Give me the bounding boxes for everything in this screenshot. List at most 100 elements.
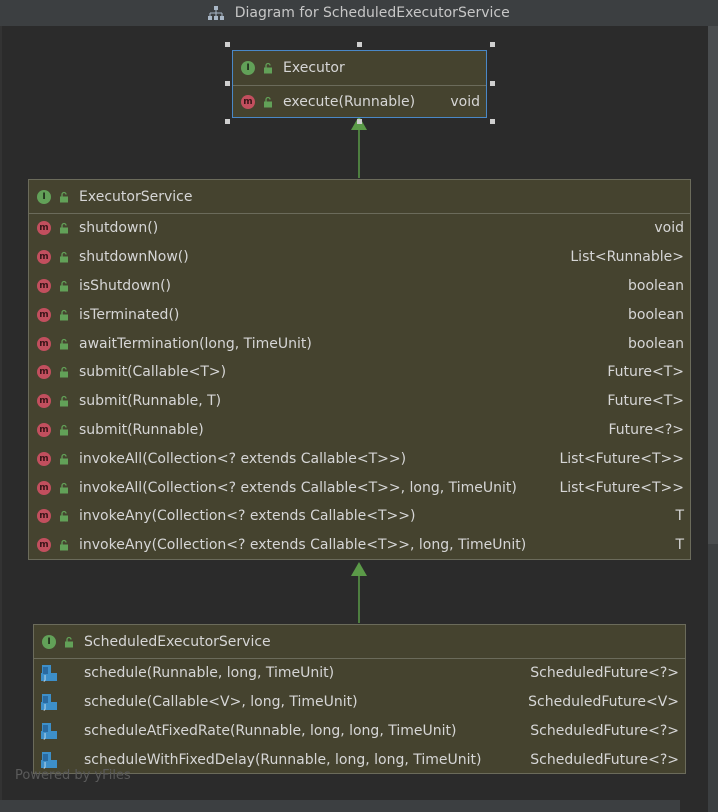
- selection-handle-ne[interactable]: [490, 42, 495, 47]
- method-return: void: [450, 93, 480, 110]
- vertical-scrollbar-thumb[interactable]: [708, 26, 718, 544]
- method-name: submit(Callable<T>): [79, 364, 227, 381]
- interface-icon: I: [42, 634, 56, 649]
- method-return: ScheduledFuture<?>: [530, 722, 679, 739]
- method-name: submit(Runnable): [79, 421, 204, 438]
- unlock-icon: [264, 62, 272, 74]
- interface-icon: I: [37, 189, 51, 204]
- method-return: Future<T>: [607, 393, 684, 410]
- method-row[interactable]: m shutdownNow() List<Runnable>: [29, 243, 690, 272]
- selection-handle-nw[interactable]: [225, 42, 230, 47]
- unlock-icon: [60, 482, 68, 494]
- node-header-scheduled-executor-service[interactable]: I ScheduledExecutorService: [34, 625, 685, 659]
- method-return: Future<T>: [607, 364, 684, 381]
- method-row[interactable]: m submit(Callable<T>) Future<T>: [29, 358, 690, 387]
- method-icon: m: [37, 422, 51, 437]
- method-row[interactable]: m submit(Runnable, T) Future<T>: [29, 387, 690, 416]
- node-executor[interactable]: I Executor m execute(Runnable) void: [232, 50, 487, 118]
- method-row[interactable]: Jschedule(Callable<V>, long, TimeUnit) Sc…: [34, 688, 685, 717]
- method-row[interactable]: m invokeAny(Collection<? extends Callable…: [29, 531, 690, 560]
- svg-text:J: J: [43, 732, 46, 740]
- method-row[interactable]: m awaitTermination(long, TimeUnit) boolean: [29, 329, 690, 358]
- method-name: schedule(Callable<V>, long, TimeUnit): [84, 694, 358, 711]
- unlock-icon: [60, 309, 68, 321]
- vertical-scrollbar-track[interactable]: [708, 544, 718, 812]
- method-name: invokeAll(Collection<? extends Callable<…: [79, 479, 517, 496]
- method-icon: m: [37, 451, 51, 466]
- selection-handle-s[interactable]: [357, 119, 362, 124]
- method-icon: m: [37, 278, 51, 293]
- method-row[interactable]: JscheduleWithFixedDelay(Runnable, long, …: [34, 745, 685, 774]
- method-return: T: [675, 537, 684, 554]
- method-return: List<Runnable>: [570, 249, 684, 266]
- method-list: Jschedule(Runnable, long, TimeUnit) Sched…: [34, 659, 685, 774]
- method-icon: m: [37, 365, 51, 380]
- watermark: Powered by yFiles: [15, 768, 131, 783]
- selection-handle-w[interactable]: [225, 81, 230, 86]
- abstract-method-icon: J: [41, 722, 57, 740]
- method-list: m shutdown() void m shutdownNow() List<Runnab…: [29, 214, 690, 560]
- method-name: execute(Runnable): [283, 93, 416, 110]
- unlock-icon: [60, 396, 68, 407]
- method-icon: m: [37, 538, 51, 553]
- method-return: boolean: [628, 306, 684, 323]
- method-row[interactable]: m isTerminated() boolean: [29, 300, 690, 329]
- method-row[interactable]: m isShutdown() boolean: [29, 272, 690, 301]
- method-row[interactable]: m invokeAll(Collection<? extends Callable…: [29, 444, 690, 473]
- selection-handle-e[interactable]: [490, 81, 495, 86]
- unlock-icon: [264, 96, 272, 107]
- method-return: void: [654, 220, 684, 237]
- method-icon: m: [37, 250, 51, 265]
- method-name: shutdown(): [79, 220, 159, 237]
- method-name: invokeAll(Collection<? extends Callable<…: [79, 450, 407, 467]
- method-name: submit(Runnable, T): [79, 393, 222, 410]
- unlock-icon: [60, 511, 68, 522]
- method-row[interactable]: m invokeAll(Collection<? extends Callable…: [29, 473, 690, 502]
- unlock-icon: [65, 636, 73, 647]
- node-executor-service[interactable]: I ExecutorService m shutdown() void m shutdo…: [28, 179, 691, 560]
- method-name: invokeAny(Collection<? extends Callable<…: [79, 508, 416, 525]
- unlock-icon: [60, 338, 68, 350]
- method-row[interactable]: m shutdown() void: [29, 214, 690, 243]
- method-name: awaitTermination(long, TimeUnit): [79, 335, 312, 352]
- horizontal-scrollbar[interactable]: [0, 800, 680, 812]
- method-name: isShutdown(): [79, 277, 172, 294]
- node-title-scheduled-executor-service: ScheduledExecutorService: [84, 633, 271, 650]
- node-header-executor[interactable]: I Executor: [233, 51, 486, 86]
- node-scheduled-executor-service[interactable]: I ScheduledExecutorService Jschedule(Run…: [33, 624, 686, 774]
- selection-handle-n[interactable]: [357, 42, 362, 47]
- method-name: invokeAny(Collection<? extends Callable<…: [79, 537, 527, 554]
- method-icon: m: [37, 336, 51, 351]
- method-return: ScheduledFuture<?>: [530, 751, 679, 768]
- unlock-icon: [60, 252, 68, 263]
- node-header-executor-service[interactable]: I ExecutorService: [29, 180, 690, 214]
- interface-icon: I: [241, 61, 255, 75]
- selection-handle-sw[interactable]: [225, 119, 230, 124]
- method-name: shutdownNow(): [79, 249, 189, 266]
- method-row[interactable]: m submit(Runnable) Future<?>: [29, 416, 690, 445]
- unlock-icon: [60, 280, 68, 292]
- node-title-executor-service: ExecutorService: [79, 188, 193, 205]
- method-return: List<Future<T>>: [559, 479, 684, 496]
- method-return: Future<?>: [608, 421, 684, 438]
- method-icon: m: [37, 509, 51, 524]
- unlock-icon: [60, 367, 68, 378]
- method-row[interactable]: m invokeAny(Collection<? extends Callable…: [29, 502, 690, 531]
- method-icon: m: [241, 94, 255, 109]
- method-return: List<Future<T>>: [559, 450, 684, 467]
- method-return: boolean: [628, 277, 684, 294]
- method-row[interactable]: m execute(Runnable) void: [233, 86, 486, 117]
- method-row[interactable]: JscheduleAtFixedRate(Runnable, long, lon…: [34, 717, 685, 746]
- unlock-icon: [60, 424, 68, 436]
- method-row[interactable]: Jschedule(Runnable, long, TimeUnit) Sched…: [34, 659, 685, 688]
- method-icon: m: [37, 221, 51, 236]
- method-return: T: [675, 508, 684, 525]
- selection-handle-se[interactable]: [490, 119, 495, 124]
- unlock-icon: [60, 453, 68, 465]
- abstract-method-icon: J: [41, 665, 57, 682]
- abstract-method-icon: J: [41, 694, 57, 711]
- method-name: schedule(Runnable, long, TimeUnit): [84, 665, 335, 682]
- node-title-executor: Executor: [283, 60, 345, 76]
- unlock-icon: [60, 540, 68, 551]
- method-name: isTerminated(): [79, 306, 180, 323]
